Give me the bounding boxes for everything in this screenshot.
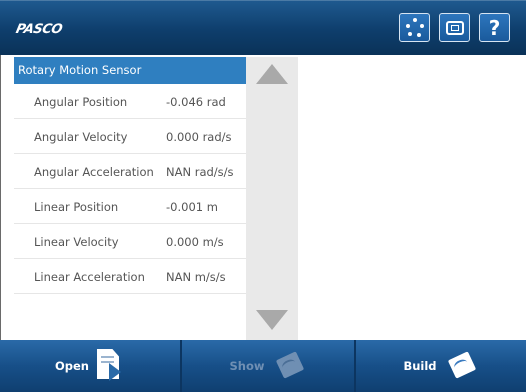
- show-button[interactable]: Show: [182, 340, 354, 392]
- measurement-value: 0.000 rad/s: [166, 130, 232, 144]
- help-button[interactable]: ?: [479, 13, 510, 42]
- sensor-setup-button[interactable]: [399, 13, 430, 42]
- build-page-icon: [445, 351, 479, 381]
- build-button[interactable]: Build: [356, 340, 526, 392]
- measurement-row[interactable]: Angular Velocity 0.000 rad/s: [14, 119, 246, 154]
- show-page-icon: [273, 351, 307, 381]
- measurement-value: NAN rad/s/s: [166, 165, 234, 179]
- build-label: Build: [403, 359, 437, 373]
- measurement-value: -0.001 m: [166, 200, 218, 214]
- pasco-logo: PASCO: [14, 22, 64, 37]
- measurement-name: Linear Acceleration: [34, 270, 145, 284]
- scroll-up-icon[interactable]: [256, 64, 288, 84]
- open-button[interactable]: Open: [0, 340, 180, 392]
- open-label: Open: [55, 359, 89, 373]
- measurement-value: NAN m/s/s: [166, 270, 226, 284]
- show-label: Show: [229, 359, 265, 373]
- bottom-toolbar: Open Show Build: [0, 340, 526, 392]
- measurement-value: -0.046 rad: [166, 95, 226, 109]
- measurement-name: Angular Position: [34, 95, 128, 109]
- measurement-row[interactable]: Angular Acceleration NAN rad/s/s: [14, 154, 246, 189]
- sensor-panel: Rotary Motion Sensor Angular Position -0…: [14, 57, 246, 340]
- help-icon: ?: [488, 15, 501, 40]
- measurement-row[interactable]: Linear Position -0.001 m: [14, 189, 246, 224]
- dots-grid-icon: [404, 17, 426, 38]
- measurement-row[interactable]: Linear Velocity 0.000 m/s: [14, 224, 246, 259]
- open-file-icon: [97, 349, 125, 383]
- device-icon: [445, 20, 464, 35]
- scroll-down-icon[interactable]: [256, 310, 288, 330]
- measurement-row[interactable]: Angular Position -0.046 rad: [14, 84, 246, 119]
- measurement-row[interactable]: Linear Acceleration NAN m/s/s: [14, 259, 246, 294]
- sensor-title[interactable]: Rotary Motion Sensor: [14, 57, 246, 84]
- left-divider: [0, 55, 1, 340]
- measurement-name: Angular Velocity: [34, 130, 128, 144]
- scroll-column: [246, 57, 298, 340]
- measurement-value: 0.000 m/s: [166, 235, 224, 249]
- app-header: PASCO ?: [0, 0, 526, 55]
- device-button[interactable]: [439, 13, 470, 42]
- measurement-name: Linear Position: [34, 200, 119, 214]
- measurement-name: Angular Acceleration: [34, 165, 154, 179]
- measurement-name: Linear Velocity: [34, 235, 119, 249]
